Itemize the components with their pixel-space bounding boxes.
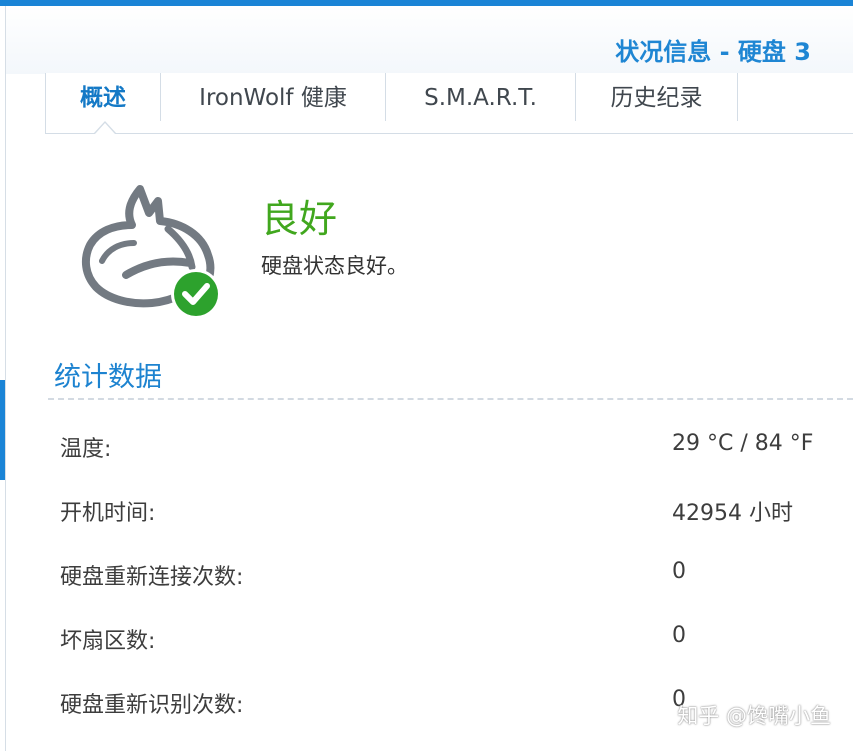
stat-value: 0: [672, 623, 686, 648]
tab-smart[interactable]: S.M.A.R.T.: [386, 73, 575, 121]
check-badge: [174, 272, 218, 316]
status-title: 良好: [261, 197, 338, 241]
left-sidebar-accent: [0, 380, 5, 480]
ironwolf-logo-icon: [81, 185, 221, 319]
window-title: 状况信息 - 硬盘 3: [615, 38, 811, 66]
stat-label: 开机时间:: [60, 501, 156, 526]
tab-overview[interactable]: 概述: [46, 73, 160, 121]
stat-label: 坏扇区数:: [60, 629, 156, 654]
active-tab-pointer-fill: [95, 123, 115, 134]
stat-value: 0: [672, 559, 686, 584]
stat-row-temperature: 温度: 29 °C / 84 °F: [60, 431, 853, 463]
stat-value: 42954 小时: [672, 501, 793, 526]
stat-value: 29 °C / 84 °F: [672, 431, 814, 456]
tab-separator: [737, 73, 738, 121]
section-divider: [48, 398, 853, 400]
stat-label: 硬盘重新连接次数:: [60, 565, 244, 590]
stat-row-power-on-time: 开机时间: 42954 小时: [60, 495, 853, 527]
disk-health-icon: [78, 183, 228, 323]
tab-history[interactable]: 历史纪录: [576, 73, 737, 121]
stat-label: 温度:: [60, 437, 112, 462]
statistics-section-title: 统计数据: [54, 362, 162, 393]
tab-ironwolf-health[interactable]: IronWolf 健康: [161, 73, 385, 121]
stat-row-reconnect-count: 硬盘重新连接次数: 0: [60, 559, 853, 591]
left-sidebar-edge: [0, 6, 6, 751]
status-description: 硬盘状态良好。: [261, 254, 408, 278]
window-header: 状况信息 - 硬盘 3: [6, 6, 853, 74]
stat-row-bad-sectors: 坏扇区数: 0: [60, 623, 853, 655]
stat-label: 硬盘重新识别次数:: [60, 693, 244, 718]
watermark: 知乎 @馋嘴小鱼: [677, 704, 831, 728]
tab-bar: 概述 IronWolf 健康 S.M.A.R.T. 历史纪录: [45, 73, 853, 134]
